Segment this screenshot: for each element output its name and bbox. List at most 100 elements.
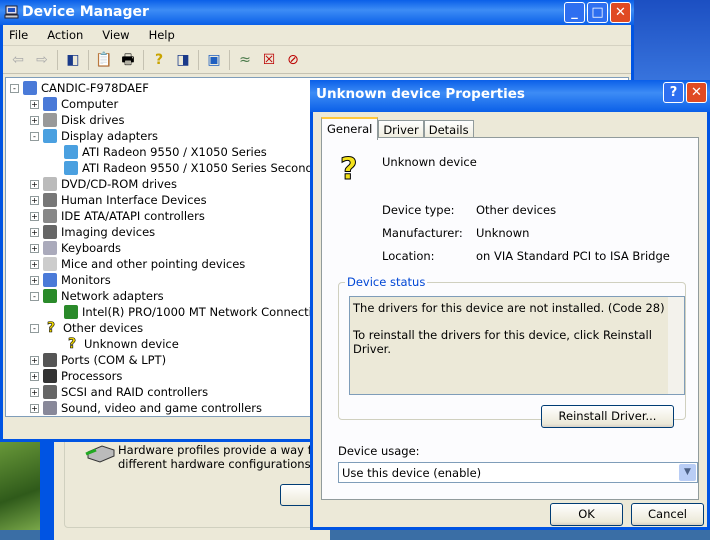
device-type-value: Other devices: [476, 203, 557, 217]
hardware-profile-icon: [85, 445, 115, 463]
help-button[interactable]: ?: [663, 82, 684, 103]
expand-icon[interactable]: +: [30, 371, 39, 381]
desktop-wallpaper: [0, 440, 42, 530]
camera-icon: [43, 225, 57, 239]
tree-item-label: CANDIC-F978DAEF: [41, 81, 149, 95]
tree-item-label: Sound, video and game controllers: [61, 401, 263, 415]
expand-icon[interactable]: +: [30, 259, 39, 269]
tree-item[interactable]: + Human Interface Devices: [30, 192, 207, 208]
expand-icon[interactable]: +: [30, 227, 39, 237]
manufacturer-value: Unknown: [476, 226, 530, 240]
close-button[interactable]: ✕: [610, 2, 631, 23]
device-usage-select[interactable]: Use this device (enable) ▼: [338, 462, 698, 483]
properties-icon[interactable]: 📋: [95, 51, 113, 69]
tree-item[interactable]: + Keyboards: [30, 240, 121, 256]
port-icon: [43, 353, 57, 367]
expand-icon[interactable]: +: [30, 403, 39, 413]
scan-hardware-icon[interactable]: ▣: [205, 51, 223, 69]
warning-question-icon: ?: [67, 336, 77, 352]
tree-item[interactable]: - Display adapters: [30, 128, 158, 144]
network-icon: [64, 305, 78, 319]
tree-item[interactable]: + Monitors: [30, 272, 111, 288]
expand-icon[interactable]: +: [30, 355, 39, 365]
expand-icon[interactable]: +: [30, 99, 39, 109]
back-icon[interactable]: ⇦: [9, 51, 27, 69]
menu-file[interactable]: File: [9, 28, 28, 42]
cancel-button[interactable]: Cancel: [631, 503, 704, 526]
expand-icon[interactable]: +: [30, 211, 39, 221]
collapse-icon[interactable]: -: [10, 83, 19, 93]
dialog-close-button[interactable]: ✕: [686, 82, 707, 103]
maximize-button[interactable]: □: [587, 2, 608, 23]
computer-icon: [23, 81, 37, 95]
tree-item[interactable]: ? Unknown device: [64, 336, 179, 352]
collapse-icon[interactable]: -: [30, 323, 39, 333]
expand-icon[interactable]: +: [30, 179, 39, 189]
tree-item-label: Disk drives: [61, 113, 125, 127]
tree-item[interactable]: + Ports (COM & LPT): [30, 352, 166, 368]
tree-item-label: Processors: [61, 369, 123, 383]
uninstall-icon[interactable]: ☒: [260, 51, 278, 69]
tree-item[interactable]: -? Other devices: [30, 320, 143, 336]
tree-item[interactable]: ATI Radeon 9550 / X1050 Series Secondary: [64, 160, 331, 176]
tree-item[interactable]: + Computer: [30, 96, 118, 112]
question-icon: ?: [46, 320, 56, 336]
expand-icon[interactable]: +: [30, 387, 39, 397]
expand-icon[interactable]: +: [30, 275, 39, 285]
update-driver-icon[interactable]: ≈: [236, 51, 254, 69]
menu-view[interactable]: View: [102, 28, 129, 42]
collapse-icon[interactable]: -: [30, 131, 39, 141]
desktop-background: [634, 0, 710, 90]
tree-item[interactable]: - CANDIC-F978DAEF: [10, 80, 149, 96]
tree-item[interactable]: + Imaging devices: [30, 224, 155, 240]
device-status-label: Device status: [345, 275, 428, 289]
tree-item[interactable]: ATI Radeon 9550 / X1050 Series: [64, 144, 267, 160]
device-usage-label: Device usage:: [338, 444, 420, 458]
expand-icon[interactable]: +: [30, 115, 39, 125]
tree-item[interactable]: + Mice and other pointing devices: [30, 256, 245, 272]
tree-item[interactable]: + SCSI and RAID controllers: [30, 384, 208, 400]
tree-item[interactable]: + IDE ATA/ATAPI controllers: [30, 208, 205, 224]
tree-item-label: Mice and other pointing devices: [61, 257, 246, 271]
background-window: Hardware profiles provide a way for you …: [40, 420, 364, 540]
show-hide-console-tree-icon[interactable]: ◧: [64, 51, 82, 69]
tree-item[interactable]: Intel(R) PRO/1000 MT Network Connection: [64, 304, 326, 320]
tree-item-label: Imaging devices: [61, 225, 156, 239]
menu-action[interactable]: Action: [47, 28, 83, 42]
tree-item[interactable]: + Processors: [30, 368, 122, 384]
sound-icon: [43, 401, 57, 415]
separator: [143, 49, 144, 70]
collapse-icon[interactable]: -: [30, 291, 39, 301]
tree-item-label: Ports (COM & LPT): [61, 353, 167, 367]
general-panel: ? Unknown device Device type: Other devi…: [321, 137, 699, 500]
show-hide-action-pane-icon[interactable]: ◨: [174, 51, 192, 69]
tree-item[interactable]: + DVD/CD-ROM drives: [30, 176, 177, 192]
disable-icon[interactable]: ⊘: [284, 51, 302, 69]
mouse-icon: [43, 257, 57, 271]
device-type-label: Device type:: [382, 203, 455, 217]
status-line: To reinstall the drivers for this device…: [353, 328, 652, 356]
expand-icon[interactable]: +: [30, 243, 39, 253]
tree-item[interactable]: + Sound, video and game controllers: [30, 400, 262, 416]
toolbar: ⇦ ⇨ ◧ 📋 🖶 ? ◨ ▣ ≈ ☒ ⊘: [3, 46, 631, 74]
tree-item[interactable]: + Disk drives: [30, 112, 124, 128]
tree-item-label: ATI Radeon 9550 / X1050 Series Secondary: [82, 161, 332, 175]
tree-item[interactable]: - Network adapters: [30, 288, 164, 304]
chevron-down-icon[interactable]: ▼: [679, 464, 696, 481]
tree-item-label: Human Interface Devices: [61, 193, 207, 207]
menu-help[interactable]: Help: [149, 28, 175, 42]
tree-item-label: ATI Radeon 9550 / X1050 Series: [82, 145, 267, 159]
help-icon[interactable]: ?: [150, 51, 168, 69]
device-usage-value: Use this device (enable): [342, 466, 482, 480]
expand-icon[interactable]: +: [30, 195, 39, 205]
tree-item-label: Other devices: [63, 321, 144, 335]
status-scrollbar[interactable]: [668, 297, 684, 394]
minimize-button[interactable]: _: [564, 2, 585, 23]
tree-item-label: Intel(R) PRO/1000 MT Network Connection: [82, 305, 327, 319]
ok-button[interactable]: OK: [550, 503, 623, 526]
tab-general[interactable]: General: [321, 117, 379, 140]
forward-icon[interactable]: ⇨: [33, 51, 51, 69]
device-manager-icon: [4, 5, 19, 19]
print-icon[interactable]: 🖶: [119, 51, 137, 69]
reinstall-driver-button[interactable]: Reinstall Driver...: [541, 405, 674, 428]
